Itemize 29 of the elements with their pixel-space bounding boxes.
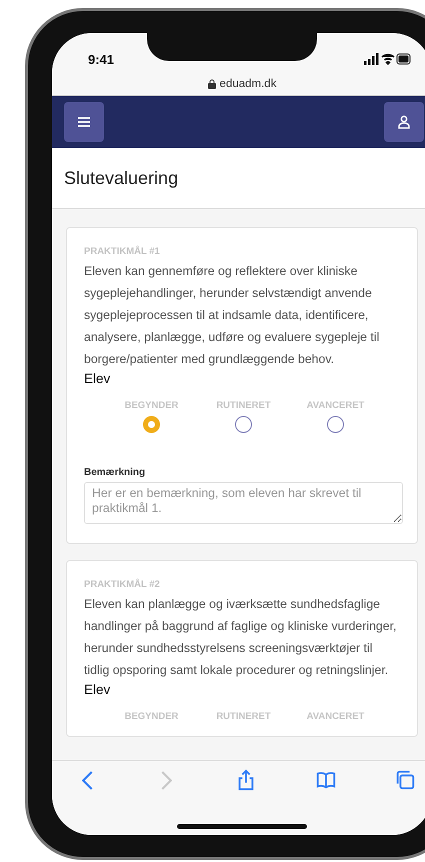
status-time: 9:41 <box>88 52 114 66</box>
user-icon <box>397 115 411 129</box>
status-icons-drawing <box>364 53 412 65</box>
role-label: Elev <box>84 371 112 386</box>
radio-button[interactable] <box>143 416 160 433</box>
menu-button[interactable] <box>64 102 104 142</box>
goal-heading: PRAKTIKMÅL #2 <box>84 579 161 590</box>
level-label: BEGYNDER <box>124 400 178 411</box>
level-label: RUTINERET <box>216 711 271 722</box>
role-label: Elev <box>84 682 112 697</box>
radio-button[interactable] <box>235 416 252 433</box>
level-label: AVANCERET <box>306 711 364 722</box>
tabs-icon <box>394 769 416 791</box>
level-label: RUTINERET <box>216 400 271 411</box>
forward-icon <box>161 770 172 790</box>
page-title: Slutevaluering <box>64 168 178 188</box>
lock-icon <box>208 79 216 89</box>
goal-description: Eleven kan gennemføre og reflektere over kliniske sygeplejehandlinger, herunder selvstændigt anvende sygeplejeprocessen til at indsamle data, identificere, analysere, planlægge, udføre og evaluere sygepleje til borgere/patienter med grundlæggende behov. <box>84 263 380 368</box>
book-icon <box>314 769 336 791</box>
goal-heading: PRAKTIKMÅL #1 <box>84 246 161 257</box>
goal-description: Eleven kan planlægge og iværksætte sundhedsfaglige handlinger på baggrund af faglige og kliniske vurderinger, herunder sundhedsstyrelsens screeningsværktøjer til tidlig opsporing samt lokale procedurer og retningslinjer. <box>84 596 398 679</box>
radio-button[interactable] <box>327 416 344 433</box>
menu-icon <box>77 116 91 128</box>
back-icon <box>82 770 92 790</box>
level-label: AVANCERET <box>306 400 364 411</box>
level-label: BEGYNDER <box>124 711 178 722</box>
address-url[interactable]: eduadm.dk <box>220 78 276 90</box>
profile-button[interactable] <box>384 102 424 142</box>
remark-label: Bemærkning <box>84 467 146 478</box>
